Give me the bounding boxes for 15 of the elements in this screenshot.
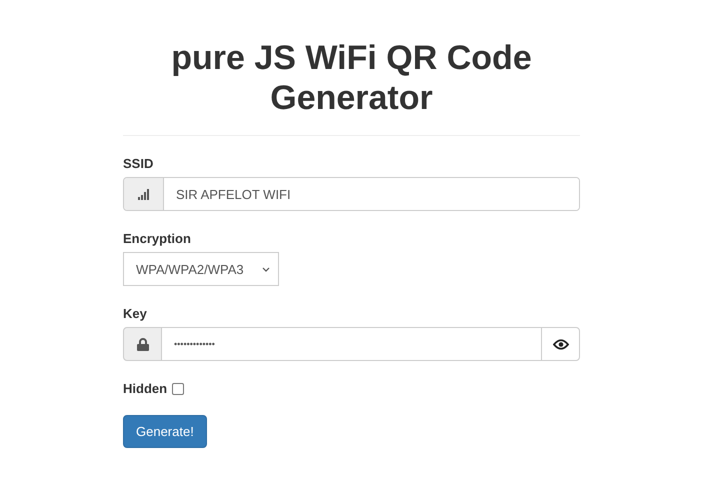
ssid-field[interactable]: SIR APFELOT WIFI — [123, 177, 580, 211]
field-label: Key — [123, 306, 147, 321]
encryption-dropdown[interactable]: WPA/WPA2/WPA3 — [123, 252, 279, 286]
chevron-down-icon — [262, 266, 270, 272]
checkbox-label: Hidden — [123, 381, 168, 396]
lock-icon — [136, 338, 148, 350]
show-password-button[interactable] — [541, 327, 580, 361]
field-label: Encryption — [123, 231, 191, 246]
generate-button[interactable]: Generate! — [123, 415, 207, 448]
hidden-checkbox[interactable] — [172, 382, 184, 394]
field-label: SSID — [123, 156, 154, 171]
page-title: pure JS WiFi QR Code Generator — [170, 38, 533, 118]
eye-icon — [552, 338, 568, 350]
signal-bars-icon — [138, 188, 150, 200]
key-field[interactable]: ••••••••••••• — [162, 327, 541, 361]
